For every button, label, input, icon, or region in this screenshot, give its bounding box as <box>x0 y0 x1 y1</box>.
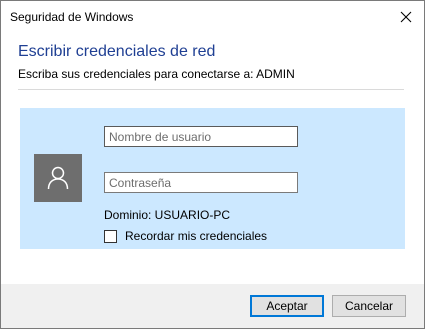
avatar <box>34 154 82 202</box>
credential-tile[interactable]: Dominio: USUARIO-PC Recordar mis credenc… <box>20 108 405 249</box>
domain-label: Dominio: USUARIO-PC <box>104 208 231 222</box>
title-bar: Seguridad de Windows <box>1 1 424 32</box>
dialog-heading: Escribir credenciales de red <box>18 43 216 60</box>
checkbox-box[interactable] <box>104 229 117 243</box>
password-input[interactable] <box>104 172 298 193</box>
close-button[interactable] <box>388 1 424 32</box>
divider <box>18 89 404 90</box>
remember-credentials-checkbox[interactable]: Recordar mis credenciales <box>104 229 267 243</box>
button-bar: Aceptar Cancelar <box>1 284 424 328</box>
user-icon <box>47 166 69 190</box>
cancel-button[interactable]: Cancelar <box>332 295 406 317</box>
remember-credentials-label: Recordar mis credenciales <box>125 229 268 243</box>
username-input[interactable] <box>104 126 298 147</box>
close-icon <box>400 11 412 22</box>
credentials-dialog: Seguridad de Windows Escribir credencial… <box>0 0 425 329</box>
window-title: Seguridad de Windows <box>10 10 134 24</box>
accept-button[interactable]: Aceptar <box>250 295 324 317</box>
dialog-subheading: Escriba sus credenciales para conectarse… <box>18 67 295 81</box>
